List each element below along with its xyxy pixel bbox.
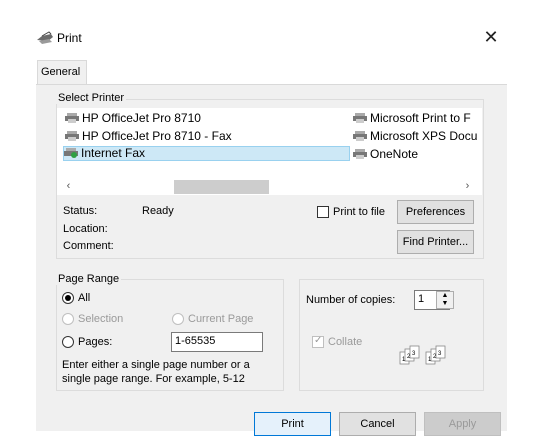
status-label: Status:: [63, 205, 98, 217]
printer-item[interactable]: Microsoft XPS Docu: [353, 129, 477, 144]
tab-general[interactable]: General: [37, 60, 87, 85]
current-page-label: Current Page: [188, 313, 254, 325]
spin-down-icon[interactable]: ▼: [437, 300, 453, 308]
selection-label: Selection: [78, 313, 124, 325]
cancel-button[interactable]: Cancel: [339, 412, 416, 436]
printer-icon: [353, 113, 367, 123]
all-pages-label: All: [78, 292, 91, 304]
page-range-label: Page Range: [56, 273, 122, 285]
page-range-hint-line1: Enter either a single page number or a: [62, 359, 250, 371]
window-title: Print: [57, 31, 82, 45]
selection-radio[interactable]: [62, 313, 74, 325]
printer-icon: [353, 149, 367, 159]
printer-icon: [353, 131, 367, 141]
apply-button[interactable]: Apply: [424, 412, 501, 436]
printer-item[interactable]: OneNote: [353, 147, 418, 162]
print-to-file-label: Print to file: [333, 206, 385, 218]
printer-item[interactable]: HP OfficeJet Pro 8710: [65, 111, 201, 126]
close-button[interactable]: ✕: [478, 26, 504, 50]
page-range-hint-line2: single page range. For example, 5-12: [62, 373, 245, 385]
print-button[interactable]: Print: [254, 412, 331, 436]
collate-label: Collate: [328, 336, 363, 348]
printer-icon: [37, 31, 53, 44]
copies-spinner[interactable]: ▲ ▼: [436, 291, 454, 309]
preferences-button[interactable]: Preferences: [397, 200, 474, 224]
comment-label: Comment:: [63, 240, 114, 252]
printer-list[interactable]: HP OfficeJet Pro 8710 HP OfficeJet Pro 8…: [57, 108, 482, 178]
printer-item-selected[interactable]: Internet Fax: [63, 146, 350, 161]
close-icon: ✕: [483, 27, 499, 47]
location-label: Location:: [63, 223, 108, 235]
pages-input[interactable]: 1-65535: [171, 332, 263, 352]
collate-checkbox[interactable]: ✓: [312, 335, 324, 348]
scroll-right-arrow-icon[interactable]: ›: [459, 178, 476, 195]
all-pages-radio[interactable]: [62, 292, 74, 304]
status-value: Ready: [142, 205, 174, 217]
check-icon: ✓: [314, 335, 323, 346]
pages-label: Pages:: [78, 336, 113, 348]
pages-radio[interactable]: [62, 336, 74, 348]
printer-icon: [65, 113, 79, 123]
current-page-radio[interactable]: [172, 313, 184, 325]
tab-general-label: General: [41, 66, 81, 78]
printer-item[interactable]: HP OfficeJet Pro 8710 - Fax: [65, 129, 232, 144]
printer-icon: [65, 131, 79, 141]
printer-default-icon: [64, 148, 78, 158]
printer-item[interactable]: Microsoft Print to F: [353, 111, 471, 126]
print-to-file-checkbox[interactable]: [317, 206, 329, 218]
select-printer-label: Select Printer: [56, 92, 127, 104]
scroll-thumb[interactable]: [174, 180, 269, 194]
collate-pages-icon: 123 123: [399, 345, 446, 365]
printer-list-scrollbar[interactable]: ‹ ›: [57, 178, 482, 195]
find-printer-button[interactable]: Find Printer...: [397, 230, 474, 254]
copies-label: Number of copies:: [306, 294, 396, 306]
spin-up-icon[interactable]: ▲: [437, 292, 453, 300]
scroll-left-arrow-icon[interactable]: ‹: [60, 178, 77, 195]
